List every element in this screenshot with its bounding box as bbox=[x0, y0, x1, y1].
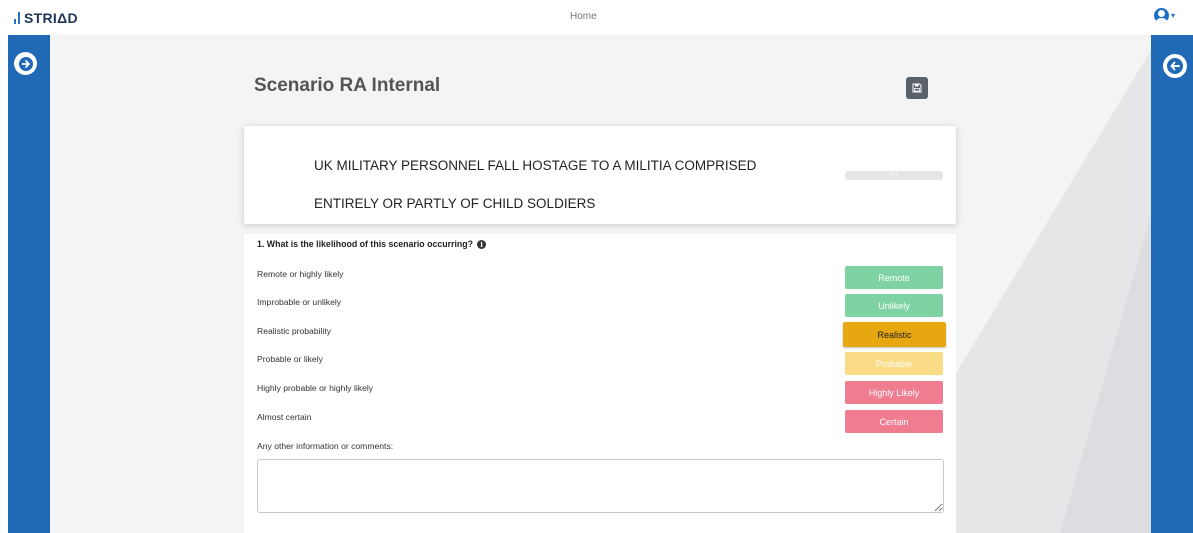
sidebar-collapse-button[interactable] bbox=[1163, 54, 1187, 78]
floppy-disk-icon bbox=[912, 83, 922, 93]
option-label-unlikely: Improbable or unlikely bbox=[257, 297, 342, 307]
option-label-certain: Almost certain bbox=[257, 412, 312, 422]
logo-text: STRIΔD bbox=[24, 10, 78, 26]
left-sidebar bbox=[8, 35, 50, 533]
likelihood-realistic-button[interactable]: Realistic bbox=[843, 322, 946, 347]
likelihood-remote-button[interactable]: Remote bbox=[845, 266, 943, 289]
striad-logo[interactable]: STRIΔD bbox=[14, 10, 78, 26]
nav-home-link[interactable]: Home bbox=[570, 11, 597, 22]
scenario-title-line: UK MILITARY PERSONNEL FALL HOSTAGE TO A … bbox=[314, 158, 757, 173]
scenario-title-line: ENTIRELY OR PARTLY OF CHILD SOLDIERS bbox=[314, 196, 596, 211]
likelihood-highly-likely-button[interactable]: Highly Likely bbox=[845, 381, 943, 404]
progress-bar: 0% bbox=[845, 171, 943, 180]
likelihood-certain-button[interactable]: Certain bbox=[845, 410, 943, 433]
option-label-highly-likely: Highly probable or highly likely bbox=[257, 383, 374, 393]
comments-label: Any other information or comments: bbox=[257, 441, 394, 451]
progress-label: 0% bbox=[889, 172, 899, 178]
arrow-right-circle-icon bbox=[18, 56, 33, 71]
scenario-title: UK MILITARY PERSONNEL FALL HOSTAGE TO A … bbox=[314, 147, 814, 223]
user-circle-icon bbox=[1154, 8, 1169, 23]
sidebar-expand-button[interactable] bbox=[14, 52, 37, 75]
scenario-card: UK MILITARY PERSONNEL FALL HOSTAGE TO A … bbox=[244, 126, 956, 224]
option-label-probable: Probable or likely bbox=[257, 354, 323, 364]
comments-textarea[interactable] bbox=[257, 459, 944, 513]
caret-down-icon: ▾ bbox=[1171, 11, 1176, 20]
option-label-realistic: Realistic probability bbox=[257, 326, 332, 336]
likelihood-probable-button[interactable]: Probable bbox=[845, 352, 943, 375]
page-title: Scenario RA Internal bbox=[254, 75, 441, 96]
user-menu-button[interactable]: ▾ bbox=[1154, 8, 1175, 23]
save-button[interactable] bbox=[906, 77, 928, 99]
right-sidebar bbox=[1151, 35, 1193, 533]
top-navbar: STRIΔD Home ▾ bbox=[0, 0, 1193, 35]
main-content: Scenario RA Internal UK MILITARY PERSONN… bbox=[50, 35, 1151, 533]
info-icon[interactable]: i bbox=[477, 239, 487, 249]
question-heading: 1. What is the likelihood of this scenar… bbox=[257, 239, 487, 249]
arrow-left-circle-icon bbox=[1167, 58, 1183, 74]
question-text: 1. What is the likelihood of this scenar… bbox=[257, 239, 474, 249]
logo-bars-icon bbox=[14, 12, 20, 24]
likelihood-unlikely-button[interactable]: Unlikely bbox=[845, 294, 943, 317]
question-form: 1. What is the likelihood of this scenar… bbox=[244, 234, 956, 533]
option-label-remote: Remote or highly likely bbox=[257, 269, 344, 279]
